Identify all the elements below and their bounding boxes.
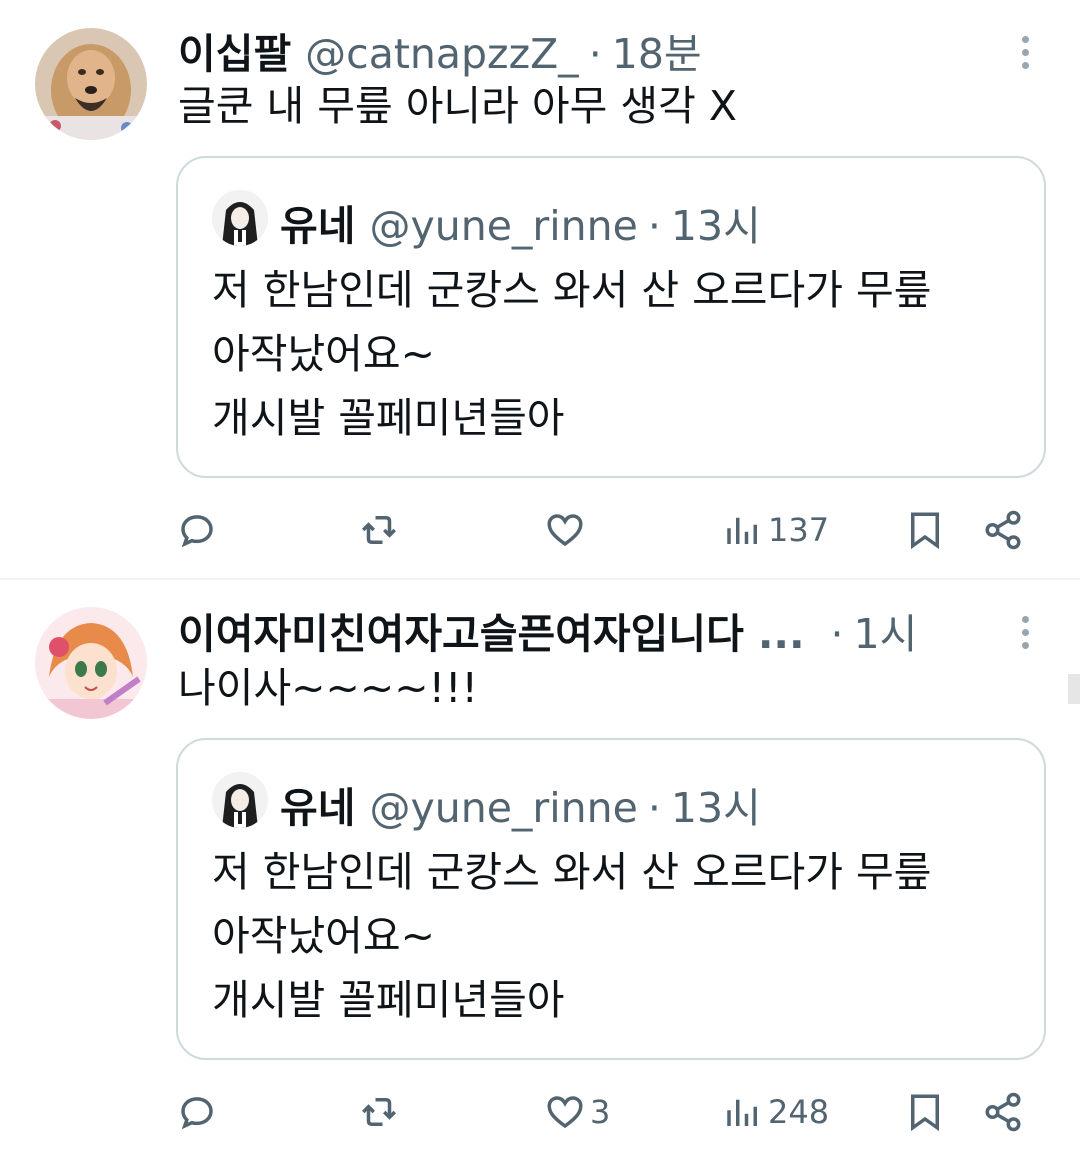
author-name[interactable]: 이여자미친여자고슬픈여자입니다 bbox=[178, 600, 744, 660]
quoted-tweet[interactable]: 유네 @yune_rinne · 13시 저 한남인데 군캉스 와서 산 오르다… bbox=[176, 738, 1046, 1060]
share-button[interactable] bbox=[982, 1082, 1024, 1142]
author-handle[interactable]: ... bbox=[758, 610, 805, 658]
like-button[interactable]: 3 bbox=[544, 1082, 610, 1142]
quote-line: 저 한남인데 군캉스 와서 산 오르다가 무릎 bbox=[212, 848, 932, 896]
retweet-icon bbox=[362, 1098, 396, 1126]
quote-author-handle[interactable]: @yune_rinne bbox=[369, 784, 637, 832]
tweet[interactable]: 이여자미친여자고슬픈여자입니다 ... · 1시 나이사~~~~!!! 유네 @… bbox=[0, 0, 1080, 1161]
scrollbar-thumb[interactable] bbox=[1068, 674, 1080, 704]
quote-author-name[interactable]: 유네 bbox=[280, 774, 355, 834]
views-count: 248 bbox=[768, 1093, 830, 1131]
tweet-header: 이여자미친여자고슬픈여자입니다 ... · 1시 bbox=[178, 600, 917, 660]
reply-icon bbox=[181, 1097, 213, 1130]
more-vertical-icon[interactable] bbox=[1020, 616, 1030, 649]
quote-line: 개시발 꼴페미년들아 bbox=[212, 976, 565, 1024]
views-button[interactable]: 248 bbox=[722, 1082, 829, 1142]
quote-timestamp[interactable]: 13시 bbox=[671, 774, 761, 834]
action-bar: 3 248 bbox=[0, 1082, 1080, 1142]
views-chart-icon bbox=[727, 1099, 757, 1126]
like-count: 3 bbox=[590, 1093, 611, 1131]
separator-dot: · bbox=[647, 784, 661, 832]
separator-dot: · bbox=[830, 610, 844, 658]
quote-header: 유네 @yune_rinne · 13시 bbox=[280, 774, 761, 834]
avatar[interactable] bbox=[35, 607, 147, 719]
heart-icon bbox=[547, 1096, 583, 1129]
share-icon bbox=[985, 1092, 1021, 1132]
bookmark-icon bbox=[911, 1094, 939, 1132]
reply-button[interactable] bbox=[176, 1082, 222, 1142]
quote-text: 저 한남인데 군캉스 와서 산 오르다가 무릎 아작났어요~ 개시발 꼴페미년들… bbox=[212, 840, 931, 1032]
tweet-text: 나이사~~~~!!! bbox=[178, 664, 478, 712]
bookmark-button[interactable] bbox=[904, 1082, 946, 1142]
retweet-button[interactable] bbox=[358, 1082, 404, 1142]
quote-avatar[interactable] bbox=[212, 772, 268, 828]
timestamp[interactable]: 1시 bbox=[854, 600, 918, 660]
quote-line: 아작났어요~ bbox=[212, 912, 435, 960]
